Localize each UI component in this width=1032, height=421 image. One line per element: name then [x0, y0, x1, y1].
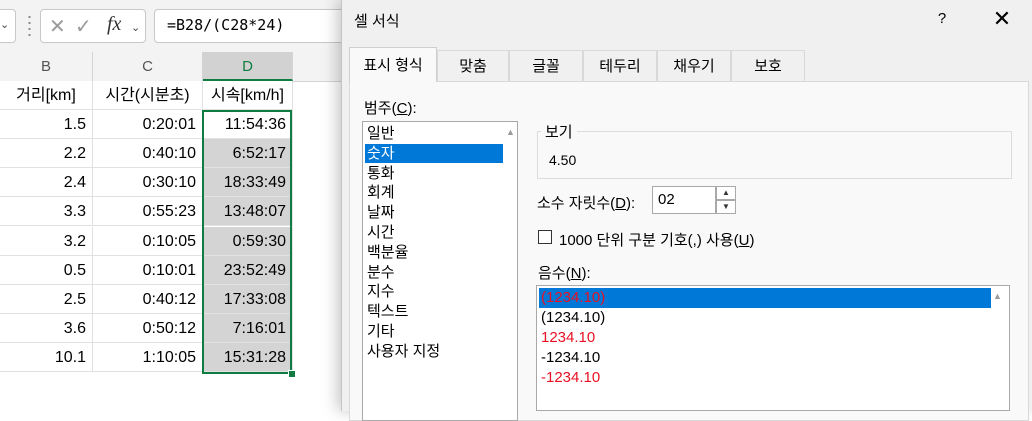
chevron-down-icon[interactable]: ⌄ — [131, 21, 140, 34]
table-cell[interactable]: 2.2 — [0, 139, 93, 169]
category-item[interactable]: 사용자 지정 — [365, 342, 503, 361]
category-label: 범주(C): — [364, 100, 417, 117]
table-cell[interactable]: 1:10:05 — [93, 342, 203, 372]
dialog-tabs: 표시 형식 맞춤 글꼴 테두리 채우기 보호 — [349, 47, 1032, 82]
thousands-separator-checkbox[interactable] — [538, 230, 552, 244]
decimal-places-input[interactable]: 02 — [652, 186, 716, 214]
table-cell[interactable]: 0:55:23 — [93, 197, 203, 227]
decimal-places-label: 소수 자릿수(D): — [537, 195, 636, 212]
table-cell[interactable]: 0:40:12 — [93, 284, 203, 314]
negative-numbers-label: 음수(N): — [538, 265, 591, 282]
formula-bar: ⌄ ✕ ✓ fx ⌄ =B28/(C28*24) — [0, 0, 360, 52]
category-item[interactable]: 일반 — [365, 124, 503, 143]
tab-border[interactable]: 테두리 — [583, 50, 657, 81]
table-cell[interactable]: 18:33:49 — [203, 168, 293, 198]
table-cell[interactable]: 0:20:01 — [93, 110, 203, 140]
dialog-title: 셀 서식 — [354, 13, 400, 30]
table-cell[interactable]: 2.4 — [0, 168, 93, 198]
negative-format-item[interactable]: (1234.10) — [539, 308, 991, 328]
table-cell[interactable]: 13:48:07 — [203, 197, 293, 227]
help-button[interactable]: ? — [934, 10, 950, 27]
negative-numbers-list[interactable]: (1234.10) (1234.10) 1234.10 -1234.10 -1234.1… — [536, 285, 1010, 411]
insert-function-icon[interactable]: fx — [107, 13, 121, 36]
header-cell[interactable]: 거리[km] — [0, 81, 93, 110]
table-cell[interactable]: 7:16:01 — [203, 313, 293, 343]
category-item[interactable]: 지수 — [365, 282, 503, 301]
category-list[interactable]: 일반 숫자 통화 회계 날짜 시간 백분율 분수 지수 텍스트 기타 사용자 지정 ▲ — [362, 121, 518, 421]
sample-title: 보기 — [541, 121, 577, 142]
scroll-up-icon[interactable]: ▲ — [506, 127, 515, 137]
negative-format-item[interactable]: -1234.10 — [539, 368, 991, 388]
negative-format-item[interactable]: 1234.10 — [539, 328, 991, 348]
table-cell[interactable]: 2.5 — [0, 284, 93, 314]
thousands-separator-label[interactable]: 1000 단위 구분 기호(,) 사용(U) — [559, 229, 754, 250]
scroll-up-icon[interactable]: ▲ — [993, 291, 1002, 301]
category-item[interactable]: 통화 — [365, 164, 503, 183]
category-item[interactable]: 시간 — [365, 223, 503, 242]
table-cell[interactable]: 17:33:08 — [203, 284, 293, 314]
column-header-d[interactable]: D — [203, 52, 293, 81]
sample-value: 4.50 — [549, 152, 577, 168]
header-cell[interactable]: 시속[km/h] — [203, 81, 293, 110]
enter-icon[interactable]: ✓ — [75, 14, 92, 39]
dialog-titlebar: 셀 서식 ? ✕ — [342, 0, 1032, 40]
table-cell[interactable]: 15:31:28 — [203, 342, 293, 372]
category-item[interactable]: 회계 — [365, 183, 503, 202]
tab-font[interactable]: 글꼴 — [509, 50, 583, 81]
category-item[interactable]: 날짜 — [365, 203, 503, 222]
table-cell[interactable]: 0:59:30 — [203, 226, 293, 256]
category-item[interactable]: 분수 — [365, 263, 503, 282]
close-button[interactable]: ✕ — [990, 6, 1014, 32]
table-cell[interactable]: 1.5 — [0, 110, 93, 140]
negative-format-item[interactable]: -1234.10 — [539, 348, 991, 368]
spreadsheet: ⌄ ✕ ✓ fx ⌄ =B28/(C28*24) BCD 거리[km] 시간(시분… — [0, 0, 360, 411]
formula-buttons: ✕ ✓ fx ⌄ — [40, 9, 146, 43]
negative-format-item[interactable]: (1234.10) — [539, 288, 991, 308]
category-item[interactable]: 백분율 — [365, 243, 503, 262]
spin-down-icon[interactable]: ▼ — [716, 200, 736, 214]
drag-handle-icon[interactable] — [28, 14, 31, 36]
spin-up-icon[interactable]: ▲ — [716, 186, 736, 200]
table-cell[interactable]: 0:30:10 — [93, 168, 203, 198]
formula-input[interactable]: =B28/(C28*24) — [154, 9, 360, 43]
table-cell[interactable]: 6:52:17 — [203, 139, 293, 169]
column-header-c[interactable]: C — [93, 52, 203, 81]
cancel-icon[interactable]: ✕ — [49, 14, 66, 39]
table-cell[interactable]: 0:10:01 — [93, 255, 203, 285]
category-item[interactable]: 기타 — [365, 322, 503, 341]
table-cell[interactable]: 0:40:10 — [93, 139, 203, 169]
table-cell[interactable]: 10.1 — [0, 342, 93, 372]
table-cell[interactable]: 11:54:36 — [203, 110, 293, 140]
table-cell[interactable]: 23:52:49 — [203, 255, 293, 285]
header-cell[interactable]: 시간(시분초) — [93, 81, 203, 110]
fill-handle[interactable] — [288, 370, 296, 378]
category-item[interactable]: 숫자 — [365, 143, 503, 163]
column-header-b[interactable]: B — [0, 52, 93, 81]
table-cell[interactable]: 0:10:05 — [93, 226, 203, 256]
table-cell[interactable]: 0.5 — [0, 255, 93, 285]
table-cell[interactable]: 3.2 — [0, 226, 93, 256]
table-cell[interactable]: 3.6 — [0, 313, 93, 343]
category-item[interactable]: 텍스트 — [365, 302, 503, 321]
chevron-down-icon[interactable]: ⌄ — [0, 18, 9, 31]
tab-alignment[interactable]: 맞춤 — [437, 50, 509, 81]
column-headers: BCD — [0, 52, 360, 82]
tab-number[interactable]: 표시 형식 — [349, 47, 437, 82]
tab-fill[interactable]: 채우기 — [657, 50, 731, 81]
table-cell[interactable]: 3.3 — [0, 197, 93, 227]
tab-protection[interactable]: 보호 — [731, 50, 805, 81]
table-cell[interactable]: 0:50:12 — [93, 313, 203, 343]
sample-group — [537, 131, 1012, 179]
